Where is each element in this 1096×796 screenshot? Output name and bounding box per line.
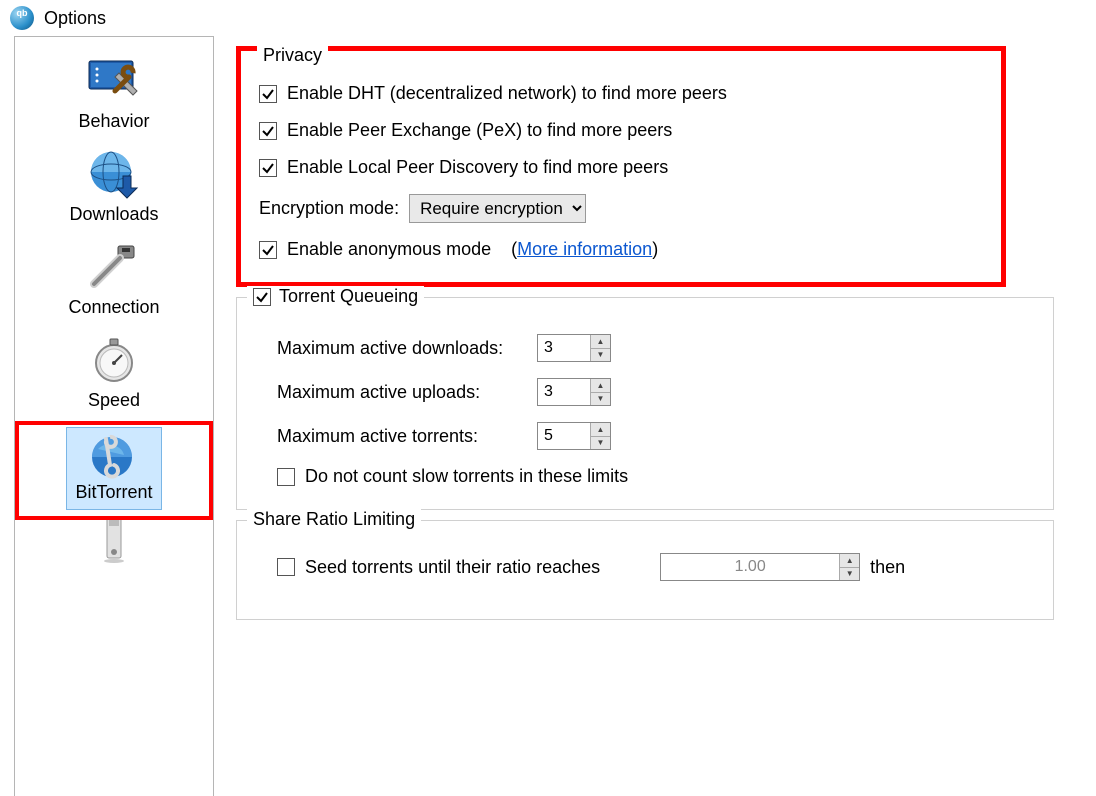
globe-download-icon bbox=[82, 148, 146, 200]
sidebar-item-bittorrent[interactable]: BitTorrent bbox=[15, 421, 213, 520]
spinner-up[interactable]: ▲ bbox=[591, 379, 610, 393]
max-downloads-input[interactable] bbox=[538, 335, 590, 361]
spinner-down[interactable]: ▼ bbox=[591, 393, 610, 406]
sidebar-item-webui[interactable] bbox=[15, 520, 213, 568]
max-torrents-input[interactable] bbox=[538, 423, 590, 449]
monitor-tools-icon bbox=[82, 55, 146, 107]
slow-torrents-label: Do not count slow torrents in these limi… bbox=[305, 466, 628, 487]
sidebar-item-downloads[interactable]: Downloads bbox=[15, 142, 213, 235]
ratio-group: Share Ratio Limiting Seed torrents until… bbox=[236, 520, 1054, 620]
sidebar-item-label: Behavior bbox=[78, 111, 149, 132]
globe-wrench-icon bbox=[82, 430, 146, 482]
slow-torrents-checkbox[interactable] bbox=[277, 468, 295, 486]
sidebar-item-connection[interactable]: Connection bbox=[15, 235, 213, 328]
max-uploads-spinner[interactable]: ▲▼ bbox=[537, 378, 611, 406]
seed-ratio-label: Seed torrents until their ratio reaches bbox=[305, 557, 600, 578]
window-title: Options bbox=[44, 8, 106, 29]
spinner-down[interactable]: ▼ bbox=[591, 349, 610, 362]
spinner-up[interactable]: ▲ bbox=[591, 335, 610, 349]
seed-ratio-spinner: ▲▼ bbox=[660, 553, 860, 581]
queueing-checkbox[interactable] bbox=[253, 288, 271, 306]
then-label: then bbox=[870, 557, 905, 578]
encryption-mode-select[interactable]: Require encryption bbox=[409, 194, 586, 223]
queueing-group: Torrent Queueing Maximum active download… bbox=[236, 297, 1054, 510]
seed-ratio-checkbox[interactable] bbox=[277, 558, 295, 576]
max-uploads-label: Maximum active uploads: bbox=[277, 382, 527, 403]
spinner-up: ▲ bbox=[840, 554, 859, 568]
privacy-group: Privacy Enable DHT (decentralized networ… bbox=[236, 46, 1006, 287]
stopwatch-icon bbox=[82, 334, 146, 386]
spinner-down: ▼ bbox=[840, 568, 859, 581]
sidebar-item-label: BitTorrent bbox=[75, 482, 152, 503]
max-downloads-spinner[interactable]: ▲▼ bbox=[537, 334, 611, 362]
pex-checkbox[interactable] bbox=[259, 122, 277, 140]
sidebar-item-label: Downloads bbox=[69, 204, 158, 225]
sidebar-item-label: Connection bbox=[68, 297, 159, 318]
sidebar-item-behavior[interactable]: Behavior bbox=[15, 49, 213, 142]
app-icon bbox=[10, 6, 34, 30]
more-information-link[interactable]: More information bbox=[517, 239, 652, 259]
spinner-down[interactable]: ▼ bbox=[591, 437, 610, 450]
lpd-label: Enable Local Peer Discovery to find more… bbox=[287, 157, 668, 178]
dht-checkbox[interactable] bbox=[259, 85, 277, 103]
group-title: Privacy bbox=[257, 45, 328, 66]
dht-label: Enable DHT (decentralized network) to fi… bbox=[287, 83, 727, 104]
seed-ratio-input bbox=[661, 554, 839, 580]
anonymous-label: Enable anonymous mode bbox=[287, 239, 491, 260]
content-panel: Privacy Enable DHT (decentralized networ… bbox=[214, 36, 1082, 630]
server-icon bbox=[82, 522, 146, 558]
encryption-label: Encryption mode: bbox=[259, 198, 399, 219]
group-title-label: Torrent Queueing bbox=[279, 286, 418, 307]
pex-label: Enable Peer Exchange (PeX) to find more … bbox=[287, 120, 672, 141]
max-torrents-spinner[interactable]: ▲▼ bbox=[537, 422, 611, 450]
lpd-checkbox[interactable] bbox=[259, 159, 277, 177]
max-downloads-label: Maximum active downloads: bbox=[277, 338, 527, 359]
sidebar-item-label: Speed bbox=[88, 390, 140, 411]
spinner-up[interactable]: ▲ bbox=[591, 423, 610, 437]
max-uploads-input[interactable] bbox=[538, 379, 590, 405]
anonymous-checkbox[interactable] bbox=[259, 241, 277, 259]
sidebar-item-speed[interactable]: Speed bbox=[15, 328, 213, 421]
network-cable-icon bbox=[82, 241, 146, 293]
group-title: Share Ratio Limiting bbox=[247, 509, 421, 530]
max-torrents-label: Maximum active torrents: bbox=[277, 426, 527, 447]
sidebar: Behavior Downloads bbox=[14, 36, 214, 796]
